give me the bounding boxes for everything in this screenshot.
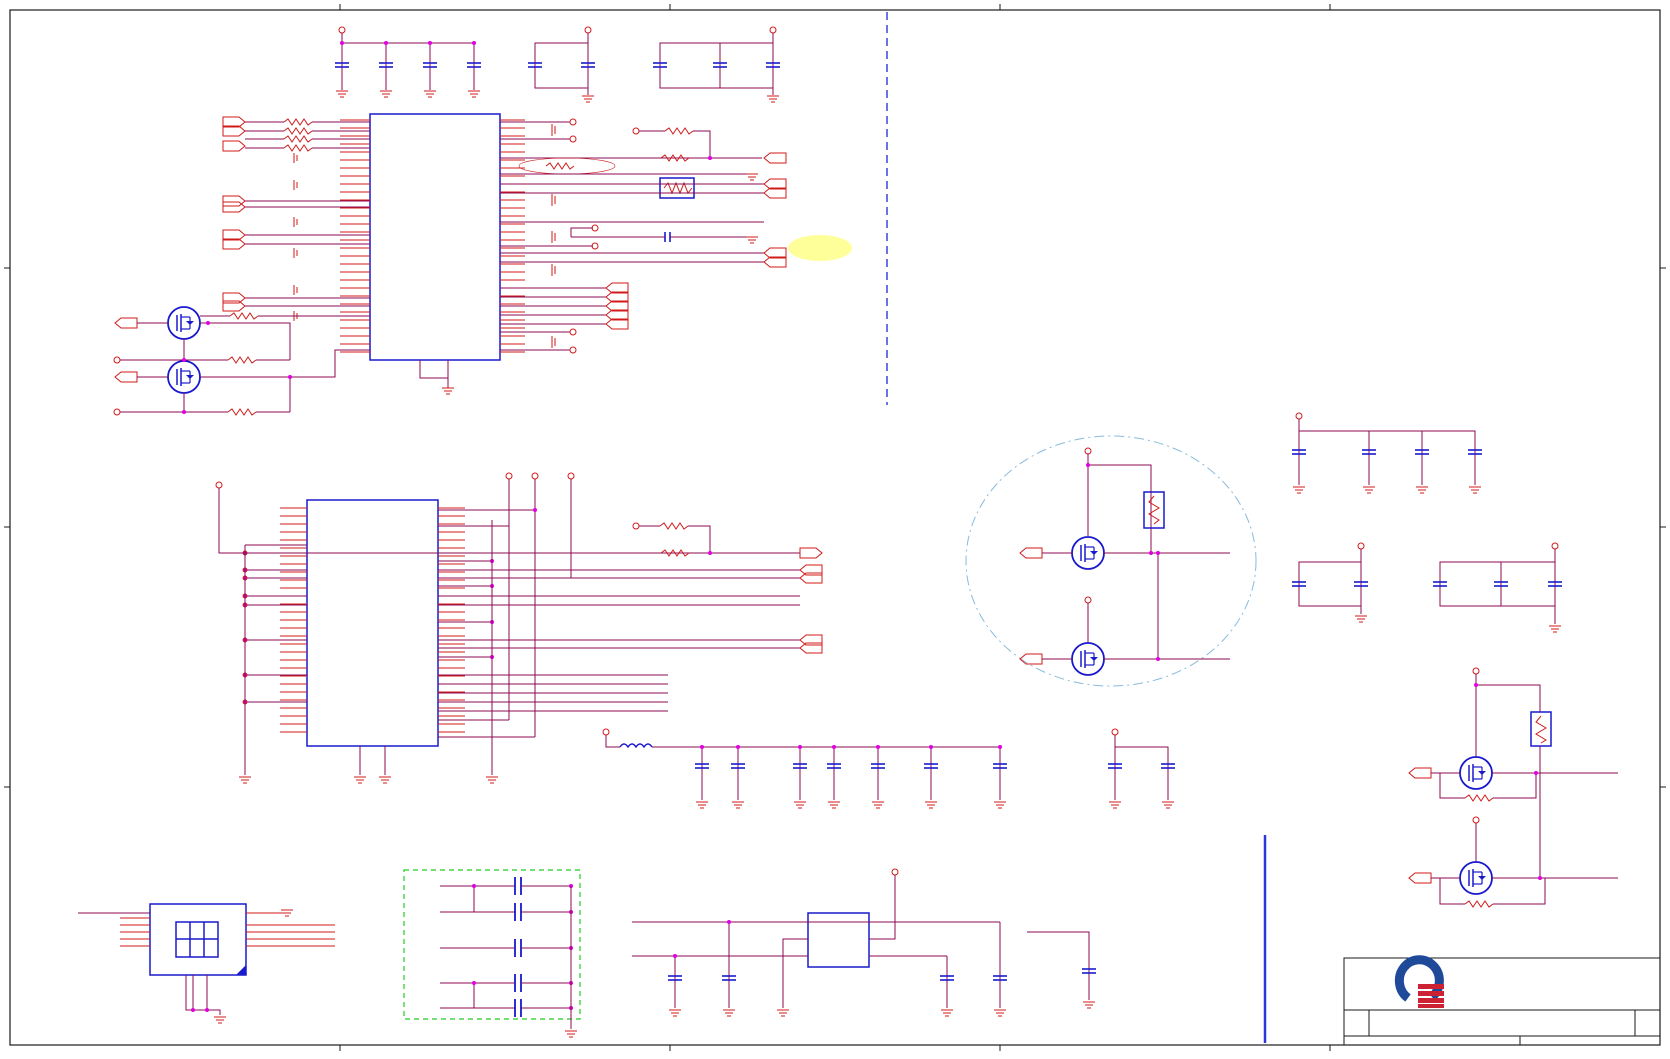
ic-block-top [340,113,525,395]
right-decoupling-caps-3 [1432,542,1563,633]
decoupling-caps-1 [334,26,482,98]
title-block [1343,955,1661,1046]
top-left-signal-ports [222,116,370,321]
crystal-component [659,177,695,199]
mosfet-switch-lower-right [1408,667,1618,908]
level-shift-mosfets-left [113,306,370,416]
sheet-border [9,9,1661,1046]
schematic-canvas [0,0,1670,1055]
right-decoupling-caps-2 [1291,542,1369,623]
right-decoupling-caps-1 [1291,412,1483,494]
optional-caps-group [403,869,581,1038]
decoupling-caps-3 [652,26,781,103]
regulator-block [632,868,1097,1017]
power-filter-caps-row [602,728,1176,809]
decoupling-caps-2 [527,26,596,103]
mosfet-switch-circled [965,435,1257,687]
company-logo [1394,955,1444,1008]
ic-block-middle [215,472,823,784]
middle-signal-network [219,522,823,559]
connector-chip-bottom-left [78,903,335,1024]
zone-ticks [4,4,1666,1051]
schematic-sheet [4,4,1666,1051]
top-right-signal-network [500,118,852,354]
highlight-note [788,235,852,261]
